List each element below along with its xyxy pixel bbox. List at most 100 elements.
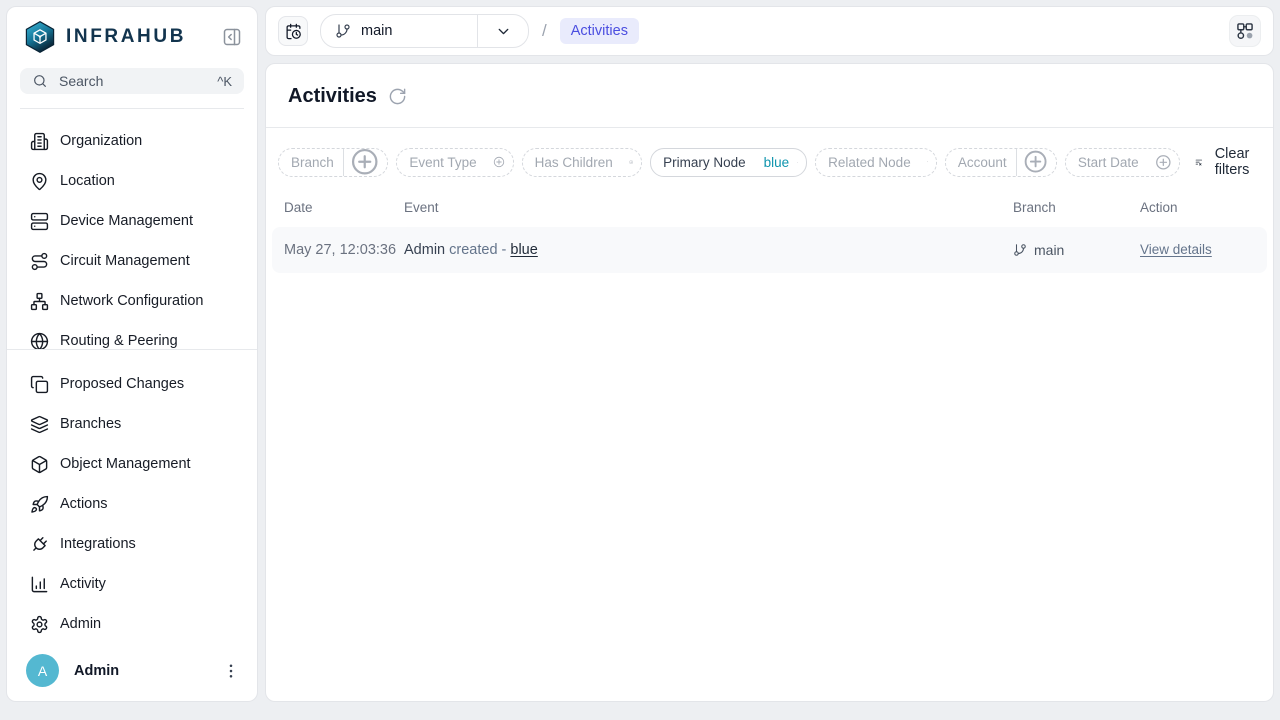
- sidebar-item[interactable]: Device Management: [7, 201, 257, 241]
- table-header-row: Date Event Branch Action: [272, 187, 1267, 227]
- building-icon: [30, 132, 49, 151]
- filter-chip-label: Account: [946, 155, 1016, 170]
- logo-row: INFRAHUB: [7, 7, 257, 66]
- plus-circle-icon[interactable]: [486, 156, 513, 168]
- sidebar-collapse-button[interactable]: [221, 26, 243, 48]
- schema-graph-button[interactable]: [1229, 15, 1261, 47]
- globe-icon: [30, 332, 49, 350]
- sidebar-item-label: Network Configuration: [60, 293, 203, 309]
- sidebar-item[interactable]: Branches: [7, 404, 257, 444]
- sidebar-nav-secondary: Proposed Changes Branches Object Managem…: [7, 350, 257, 644]
- main-column: main / Activities Activities: [265, 6, 1274, 702]
- filter-chips: Branch Event Type: [278, 148, 1180, 177]
- user-name: Admin: [74, 663, 206, 679]
- cell-event: Admin created - blue: [404, 242, 1013, 258]
- event-actor: Admin: [404, 242, 445, 258]
- branch-dropdown-toggle[interactable]: [478, 23, 528, 40]
- sidebar-item-label: Branches: [60, 416, 121, 432]
- event-verb: created -: [449, 242, 510, 258]
- filter-chip-label: Related Node: [816, 155, 920, 170]
- kebab-icon: [222, 662, 240, 680]
- sidebar-item-label: Actions: [60, 496, 108, 512]
- clear-filters-button[interactable]: Clear filters: [1188, 145, 1259, 179]
- filter-chip-label: Primary Node: [651, 155, 755, 170]
- sidebar-item[interactable]: Activity: [7, 564, 257, 604]
- content-panel: Activities Branch: [265, 63, 1274, 702]
- filter-chip-label: Start Date: [1066, 155, 1148, 170]
- branch-selector[interactable]: main: [320, 14, 529, 48]
- refresh-button[interactable]: [388, 87, 407, 106]
- plug-icon: [30, 535, 49, 554]
- table-header-cell: Date: [284, 200, 404, 215]
- search-shortcut: ^K: [217, 74, 232, 89]
- sidebar-item-label: Device Management: [60, 213, 193, 229]
- table-row[interactable]: May 27, 12:03:36 Admin created - blue ma…: [272, 227, 1267, 273]
- time-travel-button[interactable]: [278, 16, 308, 46]
- avatar[interactable]: A: [26, 654, 59, 687]
- sidebar-item-label: Proposed Changes: [60, 376, 184, 392]
- git-branch-icon: [335, 23, 351, 39]
- brand-wordmark: INFRAHUB: [66, 26, 221, 48]
- plus-circle-icon[interactable]: [1148, 154, 1180, 171]
- sidebar-item[interactable]: Location: [7, 161, 257, 201]
- table-header-cell: Branch: [1013, 200, 1140, 215]
- branch-name: main: [361, 23, 392, 39]
- search-input[interactable]: Search ^K: [20, 68, 244, 94]
- cell-date: May 27, 12:03:36: [284, 242, 404, 258]
- sidebar-item[interactable]: Routing & Peering: [7, 321, 257, 349]
- filter-chip[interactable]: Event Type: [396, 148, 513, 177]
- branch-name: main: [1034, 242, 1064, 258]
- refresh-icon: [388, 87, 407, 106]
- user-menu-button[interactable]: [221, 661, 241, 681]
- sidebar-item[interactable]: Network Configuration: [7, 281, 257, 321]
- sidebar-item-label: Activity: [60, 576, 106, 592]
- sidebar-item[interactable]: Object Management: [7, 444, 257, 484]
- plus-circle-icon[interactable]: [343, 147, 387, 176]
- plus-circle-icon[interactable]: [1016, 149, 1056, 174]
- plus-circle-icon[interactable]: [920, 161, 936, 162]
- filter-chip[interactable]: Primary Node blue: [650, 148, 807, 177]
- filter-chip[interactable]: Account: [945, 148, 1057, 177]
- sidebar-item[interactable]: Proposed Changes: [7, 364, 257, 404]
- copy-icon: [30, 375, 49, 394]
- network-icon: [30, 292, 49, 311]
- sidebar-item[interactable]: Actions: [7, 484, 257, 524]
- sidebar-item-label: Integrations: [60, 536, 136, 552]
- x-circle-icon[interactable]: [795, 162, 806, 163]
- event-object-link[interactable]: blue: [510, 242, 537, 258]
- gear-icon: [30, 615, 49, 634]
- view-details-link[interactable]: View details: [1140, 242, 1212, 257]
- activities-table: Date Event Branch Action May 27, 12:03:3…: [266, 187, 1273, 273]
- plus-circle-icon[interactable]: [622, 160, 641, 164]
- filter-chip[interactable]: Has Children: [522, 148, 642, 177]
- cell-branch: main: [1013, 242, 1140, 258]
- bar-chart-icon: [30, 575, 49, 594]
- clear-filters-label: Clear filters: [1211, 146, 1253, 178]
- calendar-clock-icon: [285, 23, 302, 40]
- infrahub-logo-icon: [23, 20, 57, 54]
- git-branch-icon: [1013, 243, 1027, 257]
- filter-chip[interactable]: Start Date: [1065, 148, 1180, 177]
- search-placeholder: Search: [59, 73, 103, 89]
- sidebar-item[interactable]: Circuit Management: [7, 241, 257, 281]
- topbar: main / Activities: [265, 6, 1274, 56]
- breadcrumb-activities[interactable]: Activities: [560, 18, 639, 44]
- sidebar-item[interactable]: Integrations: [7, 524, 257, 564]
- filter-chip[interactable]: Branch: [278, 148, 388, 177]
- sidebar-item-label: Object Management: [60, 456, 191, 472]
- sidebar-nav-primary: Organization Location Device Management …: [7, 121, 257, 349]
- sidebar-item-label: Admin: [60, 616, 101, 632]
- panel-collapse-icon: [222, 27, 242, 47]
- cell-action: View details: [1140, 242, 1255, 258]
- page-title: Activities: [288, 85, 377, 108]
- filter-chip-value: blue: [755, 155, 796, 170]
- filter-bar: Branch Event Type: [266, 128, 1273, 187]
- route-icon: [30, 252, 49, 271]
- sidebar-item-label: Circuit Management: [60, 253, 190, 269]
- filter-chip[interactable]: Related Node: [815, 148, 937, 177]
- sidebar-item[interactable]: Organization: [7, 121, 257, 161]
- user-row: A Admin: [7, 644, 257, 701]
- divider: [20, 108, 244, 109]
- sidebar-item[interactable]: Admin: [7, 604, 257, 644]
- sidebar-item-label: Routing & Peering: [60, 333, 178, 349]
